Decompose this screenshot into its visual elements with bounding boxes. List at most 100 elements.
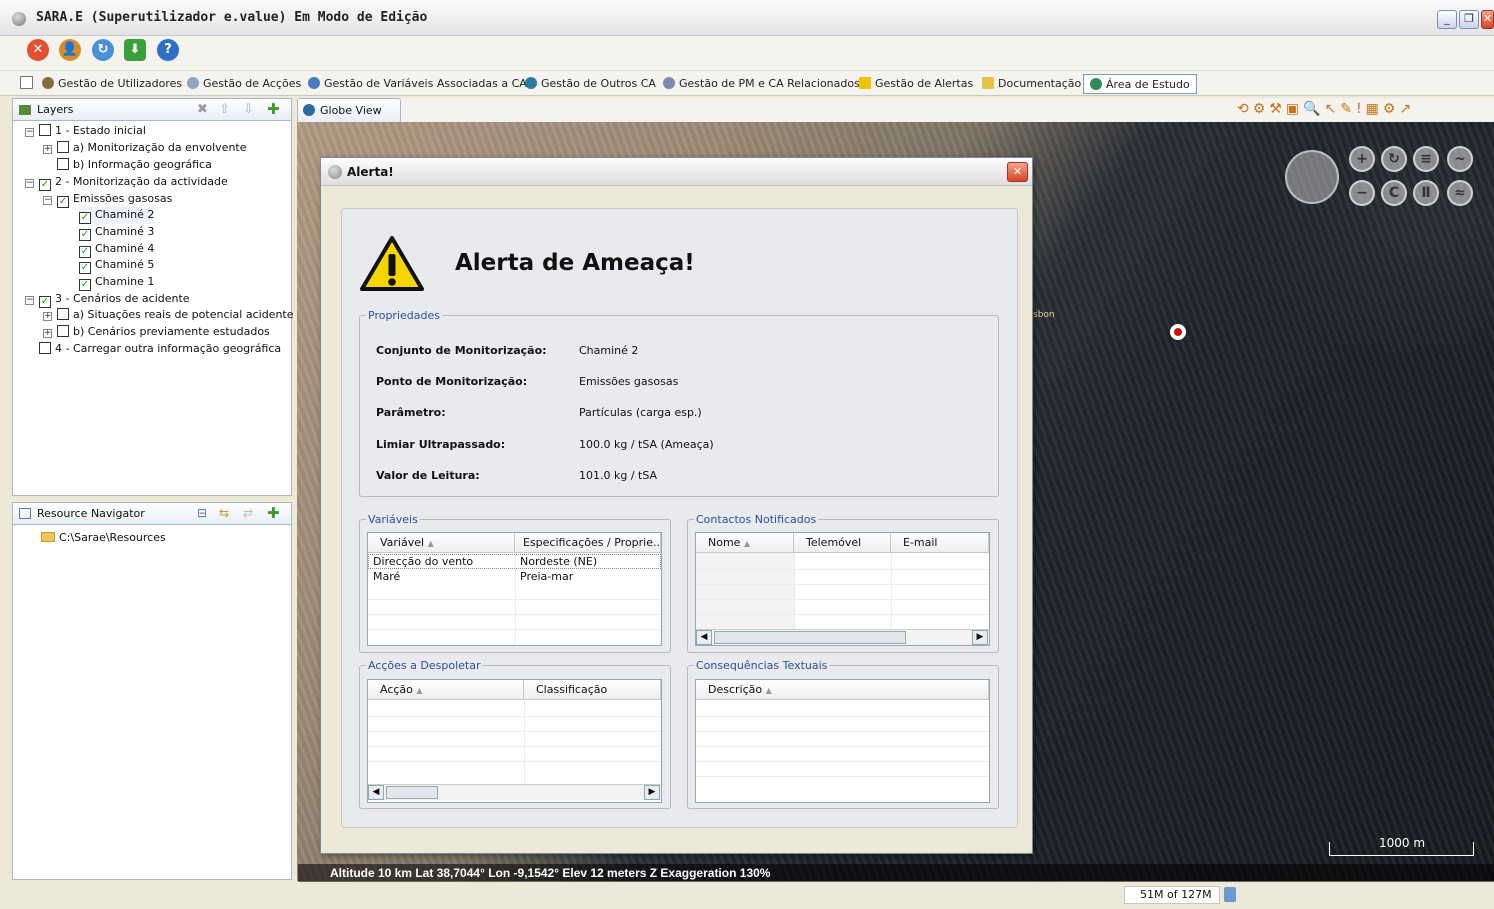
- tree-item[interactable]: + b) Cenários previamente estudados: [43, 324, 270, 341]
- prop-key: Ponto de Monitorização:: [376, 375, 528, 388]
- zoom-out-icon[interactable]: −: [1349, 180, 1375, 206]
- minimize-button[interactable]: _: [1437, 10, 1457, 29]
- menu-gestao-accoes[interactable]: Gestão de Acções: [187, 74, 301, 94]
- column-header[interactable]: Nome ▲: [696, 533, 794, 553]
- tree-item[interactable]: ✓ Chaminé 4: [79, 241, 154, 258]
- refresh-icon[interactable]: ↻: [92, 39, 114, 61]
- menu-gestao-outros-ca[interactable]: Gestão de Outros CA: [525, 74, 656, 94]
- scroll-thumb[interactable]: [714, 631, 906, 644]
- zoom-in-icon[interactable]: +: [1349, 146, 1375, 172]
- move-up-icon[interactable]: ⇧: [219, 102, 230, 117]
- elevation-down-icon[interactable]: ≈: [1447, 180, 1473, 206]
- add-layer-icon[interactable]: ✚: [267, 100, 280, 118]
- menu-gestao-alertas[interactable]: Gestão de Alertas: [859, 74, 973, 94]
- layers-icon: [19, 105, 31, 115]
- resource-navigator-tab[interactable]: Resource Navigator ⊟ ⇆ ⇄ ✚: [13, 503, 291, 525]
- memory-indicator: 51M of 127M: [1124, 886, 1220, 904]
- pause-icon[interactable]: Ⅱ: [1413, 180, 1439, 206]
- globe-tool-icons[interactable]: ⟲⚙⚒▣🔍↖✎!▦⚙↗: [1237, 101, 1415, 117]
- collapse-all-icon[interactable]: ⊟: [197, 506, 207, 520]
- globe-icon: [525, 77, 537, 89]
- move-down-icon[interactable]: ⇩: [243, 102, 254, 117]
- menu-documentacao[interactable]: Documentação: [982, 74, 1081, 94]
- elevation-up-icon[interactable]: ~: [1447, 146, 1473, 172]
- navigator-icon: [19, 508, 31, 519]
- window-title: SARA.E (Superutilizador e.value) Em Modo…: [36, 10, 428, 25]
- collapse-icon: −: [43, 195, 52, 205]
- tree-item[interactable]: + a) Situações reais de potencial acident…: [43, 307, 294, 324]
- garbage-collect-icon[interactable]: [1224, 887, 1236, 902]
- scroll-right-icon[interactable]: ▶: [972, 630, 988, 645]
- main-toolbar: [0, 36, 1494, 70]
- tree-item[interactable]: + a) Monitorização da envolvente: [43, 140, 247, 157]
- menu-bar: Gestão de Utilizadores Gestão de Acções …: [0, 70, 1494, 96]
- close-window-button[interactable]: ✕: [1481, 10, 1494, 29]
- tree-item[interactable]: b) Informação geográfica: [57, 157, 212, 174]
- column-header[interactable]: Acção ▲: [368, 680, 524, 700]
- layer-checkbox: ✓: [79, 229, 91, 241]
- globe-view-tab[interactable]: Globe View: [297, 98, 401, 122]
- layer-checkbox: ✓: [79, 279, 91, 291]
- table-cell: Direcção do vento: [373, 555, 474, 568]
- tree-item[interactable]: −1 - Estado inicial: [25, 123, 146, 140]
- rotate-icon[interactable]: ↻: [1381, 146, 1407, 172]
- help-icon[interactable]: ?: [157, 39, 179, 61]
- column-header[interactable]: E-mail: [891, 533, 989, 553]
- panel-icon[interactable]: [20, 76, 33, 89]
- menu-gestao-pm-ca[interactable]: Gestão de PM e CA Relacionados: [663, 74, 860, 94]
- column-header[interactable]: Telemóvel: [794, 533, 891, 553]
- restore-button[interactable]: ❐: [1459, 10, 1479, 29]
- consequencias-table[interactable]: Descrição ▲: [695, 679, 990, 803]
- tree-item[interactable]: − ✓ 3 - Cenários de acidente: [25, 291, 190, 308]
- dialog-close-button[interactable]: ✕: [1007, 162, 1028, 182]
- link-icon[interactable]: ⇄: [243, 506, 253, 520]
- user-icon[interactable]: 👤: [59, 39, 81, 61]
- tree-item[interactable]: − ✓ Emissões gasosas: [43, 191, 172, 208]
- tree-item[interactable]: 4 - Carregar outra informação geográfica: [39, 341, 281, 358]
- reset-icon[interactable]: C: [1381, 180, 1407, 206]
- column-header[interactable]: Especificações / Proprie...: [515, 533, 661, 553]
- folder-icon: [41, 532, 55, 542]
- scroll-left-icon[interactable]: ◀: [368, 785, 384, 800]
- book-icon: [982, 77, 994, 89]
- alert-marker[interactable]: [1170, 324, 1186, 340]
- accoes-table[interactable]: Acção ▲ Classificação ◀ ▶: [367, 679, 662, 803]
- tilt-icon[interactable]: ≡: [1413, 146, 1439, 172]
- tree-item[interactable]: ✓ Chamine 1: [79, 274, 154, 291]
- variaveis-table[interactable]: Variável ▲ Especificações / Proprie... D…: [367, 532, 662, 646]
- resource-folder[interactable]: C:\Sarae\Resources: [41, 531, 166, 544]
- dialog-titlebar: Alerta! ✕: [321, 158, 1032, 186]
- tree-item[interactable]: − ✓ 2 - Monitorização da actividade: [25, 174, 228, 191]
- menu-area-estudo[interactable]: Área de Estudo: [1083, 74, 1197, 94]
- alert-heading: Alerta de Ameaça!: [455, 250, 695, 276]
- layer-checkbox: [57, 158, 69, 170]
- layers-tab[interactable]: Layers ✖ ⇧ ⇩ ✚: [13, 99, 291, 121]
- menu-gestao-variaveis[interactable]: Gestão de Variáveis Associadas a CA: [308, 74, 527, 94]
- scroll-thumb[interactable]: [386, 786, 438, 799]
- pan-control[interactable]: [1285, 150, 1339, 204]
- scroll-right-icon[interactable]: ▶: [644, 785, 660, 800]
- actions-icon: [187, 77, 199, 89]
- scroll-left-icon[interactable]: ◀: [696, 630, 712, 645]
- add-resource-icon[interactable]: ✚: [267, 504, 280, 522]
- contactos-table[interactable]: Nome ▲ Telemóvel E-mail ◀ ▶: [695, 532, 990, 646]
- tree-item-selected[interactable]: ✓ Chaminé 2: [79, 207, 155, 224]
- remove-layer-icon[interactable]: ✖: [197, 102, 208, 117]
- users-icon: [42, 77, 54, 89]
- scale-label: 1000 m: [1379, 836, 1426, 850]
- column-header[interactable]: Descrição ▲: [696, 680, 989, 700]
- variables-icon: [308, 77, 320, 89]
- app-icon: [12, 12, 26, 26]
- tree-item[interactable]: ✓ Chaminé 5: [79, 257, 154, 274]
- menu-gestao-utilizadores[interactable]: Gestão de Utilizadores: [42, 74, 182, 94]
- layer-checkbox: ✓: [79, 212, 91, 224]
- tree-item[interactable]: ✓ Chaminé 3: [79, 224, 154, 241]
- horizontal-scrollbar[interactable]: ◀ ▶: [368, 784, 661, 800]
- column-header[interactable]: Classificação: [524, 680, 661, 700]
- column-header[interactable]: Variável ▲: [368, 533, 515, 553]
- horizontal-scrollbar[interactable]: ◀ ▶: [696, 629, 989, 645]
- download-icon[interactable]: ⬇: [124, 39, 146, 61]
- layer-checkbox: [57, 308, 69, 320]
- sync-icon[interactable]: ⇆: [219, 506, 229, 520]
- exit-icon[interactable]: ✕: [27, 39, 49, 61]
